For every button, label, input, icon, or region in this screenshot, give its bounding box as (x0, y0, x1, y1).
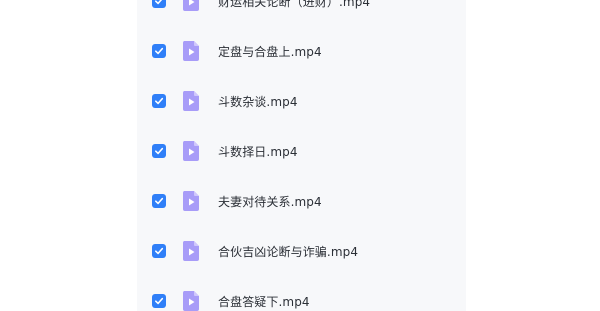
file-name: 斗数杂谈.mp4 (218, 94, 298, 109)
video-file-icon (181, 190, 201, 212)
file-name: 定盘与合盘上.mp4 (218, 44, 322, 59)
file-row-1[interactable]: 定盘与合盘上.mp4 (137, 26, 466, 76)
video-file-icon (181, 290, 201, 311)
checkmark-icon (155, 97, 164, 105)
file-list: 财运相关论断（进财）.mp4 定盘与合盘上.mp4 斗数杂谈.mp4 斗数择日.… (137, 0, 466, 311)
file-row-6[interactable]: 合盘答疑下.mp4 (137, 276, 466, 311)
video-file-icon (181, 90, 201, 112)
checkbox[interactable] (152, 0, 166, 8)
file-name: 斗数择日.mp4 (218, 144, 298, 159)
checkbox[interactable] (152, 294, 166, 308)
file-row-2[interactable]: 斗数杂谈.mp4 (137, 76, 466, 126)
video-file-icon (181, 40, 201, 62)
video-file-icon (181, 240, 201, 262)
file-name: 合伙吉凶论断与诈骗.mp4 (218, 244, 359, 259)
file-list-panel: 财运相关论断（进财）.mp4 定盘与合盘上.mp4 斗数杂谈.mp4 斗数择日.… (137, 0, 466, 311)
page: 财运相关论断（进财）.mp4 定盘与合盘上.mp4 斗数杂谈.mp4 斗数择日.… (0, 0, 600, 311)
checkbox[interactable] (152, 194, 166, 208)
file-row-4[interactable]: 夫妻对待关系.mp4 (137, 176, 466, 226)
file-name: 夫妻对待关系.mp4 (218, 194, 322, 209)
file-row-5[interactable]: 合伙吉凶论断与诈骗.mp4 (137, 226, 466, 276)
checkbox[interactable] (152, 94, 166, 108)
checkbox[interactable] (152, 144, 166, 158)
video-file-icon (181, 140, 201, 162)
file-name: 财运相关论断（进财）.mp4 (218, 0, 371, 9)
checkbox[interactable] (152, 244, 166, 258)
checkmark-icon (155, 147, 164, 155)
checkmark-icon (155, 297, 164, 305)
checkbox[interactable] (152, 44, 166, 58)
file-row-3[interactable]: 斗数择日.mp4 (137, 126, 466, 176)
checkmark-icon (155, 47, 164, 55)
video-file-icon (181, 0, 201, 12)
file-row-0[interactable]: 财运相关论断（进财）.mp4 (137, 0, 466, 26)
checkmark-icon (155, 0, 163, 5)
checkmark-icon (155, 247, 164, 255)
file-name: 合盘答疑下.mp4 (218, 294, 310, 309)
checkmark-icon (155, 197, 164, 205)
